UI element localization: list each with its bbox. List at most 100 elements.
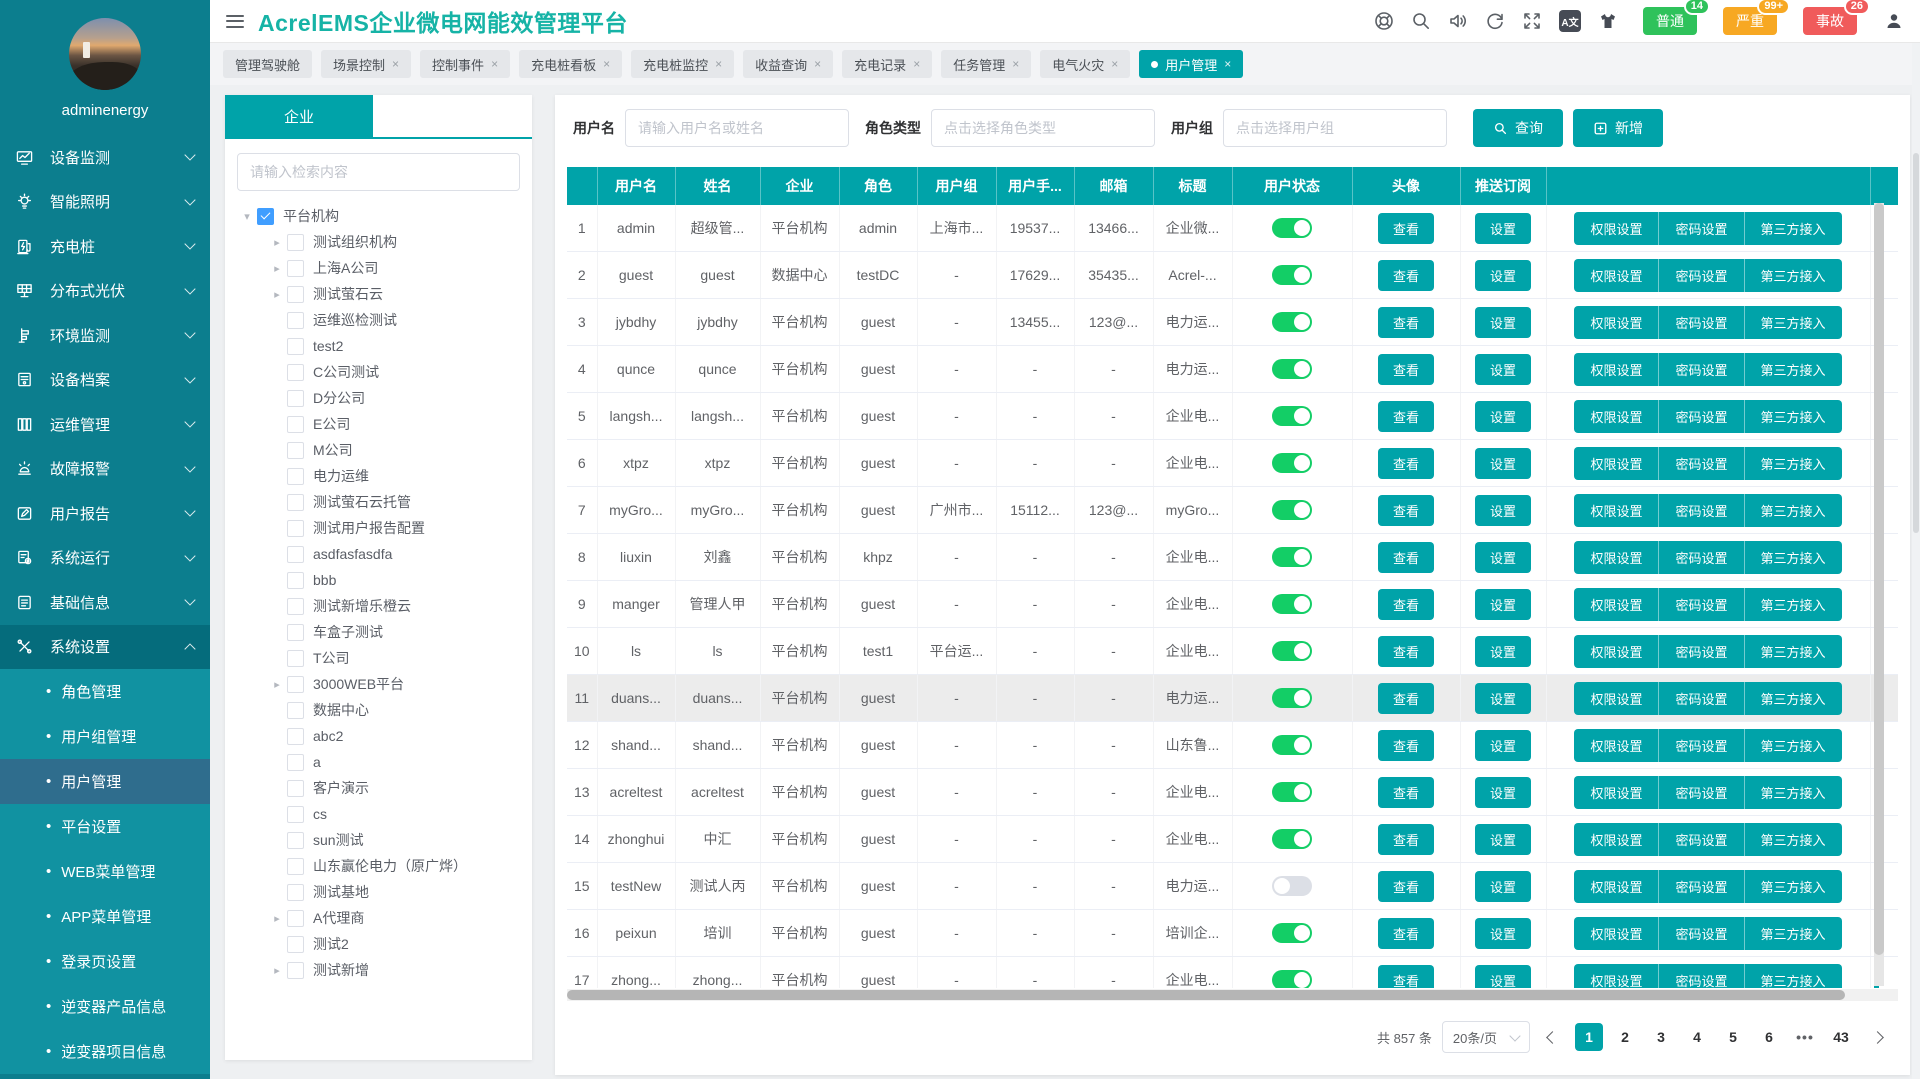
user-status-toggle[interactable] (1272, 876, 1312, 896)
push-subscribe-button[interactable]: 设置 (1475, 495, 1531, 526)
password-settings-button[interactable]: 密码设置 (1659, 400, 1744, 433)
push-subscribe-button[interactable]: 设置 (1475, 636, 1531, 667)
checkbox-unchecked[interactable] (287, 494, 304, 511)
checkbox-unchecked[interactable] (287, 390, 304, 407)
tab-1[interactable]: 场景控制× (321, 50, 411, 78)
page-number-1[interactable]: 1 (1575, 1023, 1603, 1051)
caret-collapsed-icon[interactable]: ▸ (269, 964, 285, 977)
password-settings-button[interactable]: 密码设置 (1659, 917, 1744, 950)
password-settings-button[interactable]: 密码设置 (1659, 259, 1744, 292)
checkbox-unchecked[interactable] (287, 936, 304, 953)
user-icon[interactable] (1884, 11, 1904, 31)
checkbox-unchecked[interactable] (287, 442, 304, 459)
user-status-toggle[interactable] (1272, 641, 1312, 661)
sidebar-subitem[interactable]: 平台设置 (0, 804, 210, 849)
sidebar-subitem[interactable]: APP菜单管理 (0, 894, 210, 939)
tree-node[interactable]: 客户演示 (269, 775, 532, 801)
sidebar-item-report[interactable]: 用户报告 (0, 491, 210, 536)
tab-0[interactable]: 管理驾驶舱 (223, 50, 312, 78)
fullscreen-icon[interactable] (1522, 11, 1542, 31)
avatar-view-button[interactable]: 查看 (1378, 354, 1434, 385)
push-subscribe-button[interactable]: 设置 (1475, 824, 1531, 855)
password-settings-button[interactable]: 密码设置 (1659, 588, 1744, 621)
tree-node[interactable]: cs (269, 801, 532, 827)
checkbox-unchecked[interactable] (287, 338, 304, 355)
third-party-access-button[interactable]: 第三方接入 (1745, 635, 1842, 668)
checkbox-unchecked[interactable] (287, 806, 304, 823)
sidebar-subitem[interactable]: 登录页设置 (0, 939, 210, 984)
permission-settings-button[interactable]: 权限设置 (1574, 917, 1659, 950)
collapse-menu-icon[interactable] (226, 15, 244, 28)
volume-icon[interactable] (1448, 11, 1468, 31)
sidebar-subitem[interactable]: 用户管理 (0, 759, 210, 804)
permission-settings-button[interactable]: 权限设置 (1574, 541, 1659, 574)
alert-normal-button[interactable]: 普通14 (1643, 7, 1697, 35)
tree-node[interactable]: E公司 (269, 411, 532, 437)
user-status-toggle[interactable] (1272, 500, 1312, 520)
checkbox-unchecked[interactable] (287, 858, 304, 875)
tree-node[interactable]: ▸测试新增 (269, 957, 532, 983)
checkbox-unchecked[interactable] (287, 520, 304, 537)
tree-node[interactable]: ▸A代理商 (269, 905, 532, 931)
close-tab-icon[interactable]: × (1111, 57, 1118, 71)
tree-node[interactable]: a (269, 749, 532, 775)
avatar-view-button[interactable]: 查看 (1378, 777, 1434, 808)
tree-node[interactable]: 测试基地 (269, 879, 532, 905)
checkbox-unchecked[interactable] (287, 624, 304, 641)
page-number-43[interactable]: 43 (1827, 1023, 1855, 1051)
tree-node[interactable]: ▸3000WEB平台 (269, 671, 532, 697)
push-subscribe-button[interactable]: 设置 (1475, 448, 1531, 479)
push-subscribe-button[interactable]: 设置 (1475, 777, 1531, 808)
user-status-toggle[interactable] (1272, 547, 1312, 567)
sidebar-item-charger[interactable]: 充电桩 (0, 224, 210, 269)
user-status-toggle[interactable] (1272, 406, 1312, 426)
tab-7[interactable]: 任务管理× (941, 50, 1031, 78)
tree-node[interactable]: 测试用户报告配置 (269, 515, 532, 541)
username-filter-input[interactable] (625, 109, 849, 147)
user-status-toggle[interactable] (1272, 782, 1312, 802)
checkbox-unchecked[interactable] (287, 598, 304, 615)
checkbox-unchecked[interactable] (287, 884, 304, 901)
sidebar-item-archive[interactable]: 设备档案 (0, 358, 210, 403)
checkbox-checked[interactable] (257, 208, 274, 225)
avatar-view-button[interactable]: 查看 (1378, 542, 1434, 573)
caret-collapsed-icon[interactable]: ▸ (269, 678, 285, 691)
password-settings-button[interactable]: 密码设置 (1659, 494, 1744, 527)
tab-6[interactable]: 充电记录× (842, 50, 932, 78)
close-tab-icon[interactable]: × (491, 57, 498, 71)
third-party-access-button[interactable]: 第三方接入 (1745, 964, 1842, 989)
tab-8[interactable]: 电气火灾× (1040, 50, 1130, 78)
permission-settings-button[interactable]: 权限设置 (1574, 212, 1659, 245)
push-subscribe-button[interactable]: 设置 (1475, 260, 1531, 291)
checkbox-unchecked[interactable] (287, 260, 304, 277)
tree-node[interactable]: sun测试 (269, 827, 532, 853)
support-icon[interactable] (1374, 11, 1394, 31)
prev-page-button[interactable] (1546, 1031, 1559, 1044)
third-party-access-button[interactable]: 第三方接入 (1745, 447, 1842, 480)
avatar-view-button[interactable]: 查看 (1378, 636, 1434, 667)
checkbox-unchecked[interactable] (287, 546, 304, 563)
permission-settings-button[interactable]: 权限设置 (1574, 870, 1659, 903)
page-number-4[interactable]: 4 (1683, 1023, 1711, 1051)
tree-node[interactable]: bbb (269, 567, 532, 593)
query-button[interactable]: 查询 (1473, 109, 1563, 147)
checkbox-unchecked[interactable] (287, 364, 304, 381)
tree-node[interactable]: 山东赢伦电力（原广烨） (269, 853, 532, 879)
tab-enterprise[interactable]: 企业 (225, 95, 373, 137)
table-vertical-scrollbar[interactable] (1874, 203, 1884, 986)
checkbox-unchecked[interactable] (287, 312, 304, 329)
checkbox-unchecked[interactable] (287, 468, 304, 485)
sidebar-item-monitor[interactable]: 设备监测 (0, 135, 210, 180)
tree-node[interactable]: M公司 (269, 437, 532, 463)
sidebar-item-env[interactable]: 环境监测 (0, 313, 210, 358)
user-status-toggle[interactable] (1272, 218, 1312, 238)
checkbox-unchecked[interactable] (287, 650, 304, 667)
password-settings-button[interactable]: 密码设置 (1659, 541, 1744, 574)
group-filter-input[interactable] (1223, 109, 1447, 147)
user-status-toggle[interactable] (1272, 265, 1312, 285)
checkbox-unchecked[interactable] (287, 754, 304, 771)
avatar-view-button[interactable]: 查看 (1378, 260, 1434, 291)
user-status-toggle[interactable] (1272, 453, 1312, 473)
checkbox-unchecked[interactable] (287, 234, 304, 251)
sidebar-item-pv[interactable]: 分布式光伏 (0, 269, 210, 314)
